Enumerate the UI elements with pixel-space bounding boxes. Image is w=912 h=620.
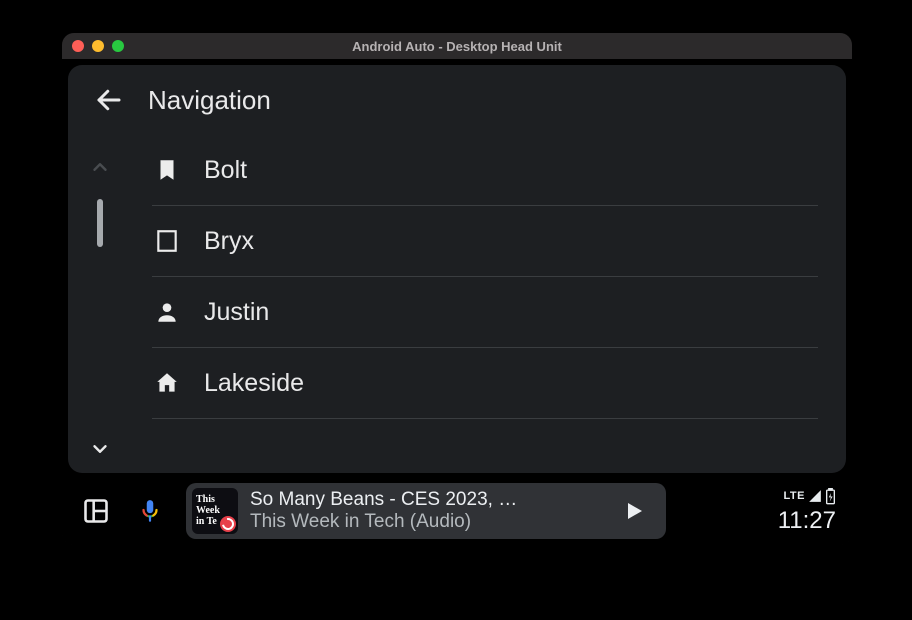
- panel-header: Navigation: [68, 65, 846, 135]
- album-art-line: in Te: [196, 516, 217, 527]
- list-item-label: Lakeside: [204, 369, 304, 398]
- bookmark-icon: [152, 155, 182, 185]
- battery-icon: [825, 488, 836, 505]
- album-art-line: This: [196, 494, 215, 505]
- navigation-panel: Navigation: [68, 65, 846, 473]
- assistant-button[interactable]: [132, 493, 168, 529]
- chevron-down-icon: [89, 438, 111, 460]
- list-area: Bolt Bryx Justin: [68, 135, 846, 473]
- person-icon: [152, 297, 182, 327]
- list-item[interactable]: Lakeside: [152, 348, 818, 419]
- app-launcher-button[interactable]: [78, 493, 114, 529]
- play-icon: [622, 499, 646, 523]
- album-art: This Week in Te: [192, 488, 238, 534]
- home-icon: [152, 368, 182, 398]
- podcast-app-badge-icon: [220, 516, 236, 532]
- list-item[interactable]: Bryx: [152, 206, 818, 277]
- list-item-label: Bolt: [204, 156, 247, 185]
- window-controls: [72, 40, 124, 52]
- clock: 11:27: [778, 507, 836, 535]
- scroll-thumb[interactable]: [97, 199, 103, 247]
- list-item-label: Justin: [204, 298, 269, 327]
- album-art-line: Week: [196, 505, 220, 516]
- status-icons: LTE: [784, 488, 836, 505]
- chevron-up-icon: [89, 156, 111, 178]
- media-text: So Many Beans - CES 2023, … This Week in…: [250, 489, 606, 533]
- maximize-window-button[interactable]: [112, 40, 124, 52]
- list-item[interactable]: Justin: [152, 277, 818, 348]
- destination-list: Bolt Bryx Justin: [132, 135, 846, 473]
- signal-icon: [807, 489, 823, 503]
- grid-icon: [82, 497, 110, 525]
- minimize-window-button[interactable]: [92, 40, 104, 52]
- mic-icon: [137, 498, 163, 524]
- play-button[interactable]: [618, 495, 650, 527]
- close-window-button[interactable]: [72, 40, 84, 52]
- list-item[interactable]: Bolt: [152, 135, 818, 206]
- list-item-label: Bryx: [204, 227, 254, 256]
- bottom-bar: This Week in Te So Many Beans - CES 2023…: [62, 477, 852, 545]
- media-title: So Many Beans - CES 2023, …: [250, 489, 606, 511]
- window-title: Android Auto - Desktop Head Unit: [62, 39, 852, 54]
- titlebar: Android Auto - Desktop Head Unit: [62, 33, 852, 59]
- scroll-track: [97, 195, 104, 421]
- scroll-up-button[interactable]: [86, 153, 114, 181]
- building-icon: [152, 226, 182, 256]
- status-area: LTE 11:27: [778, 488, 836, 535]
- now-playing-chip[interactable]: This Week in Te So Many Beans - CES 2023…: [186, 483, 666, 539]
- head-unit-screen: Navigation: [62, 59, 852, 545]
- panel-title: Navigation: [148, 85, 271, 116]
- scroll-down-button[interactable]: [86, 435, 114, 463]
- app-window: Android Auto - Desktop Head Unit Navigat…: [62, 33, 852, 545]
- network-label: LTE: [784, 490, 805, 502]
- media-subtitle: This Week in Tech (Audio): [250, 511, 606, 533]
- scroll-controls: [68, 135, 132, 473]
- arrow-left-icon: [94, 85, 124, 115]
- back-button[interactable]: [92, 83, 126, 117]
